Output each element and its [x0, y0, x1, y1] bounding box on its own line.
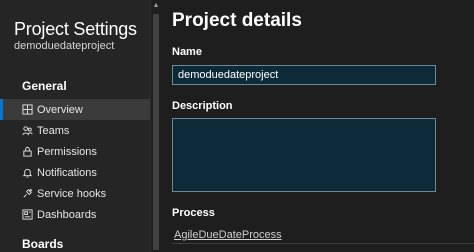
- description-label: Description: [172, 100, 233, 112]
- bell-icon: [22, 167, 33, 178]
- sidebar-item-label: Overview: [37, 103, 83, 116]
- sidebar-title: Project Settings: [14, 19, 137, 39]
- project-settings-window: Project Settings demoduedateproject Gene…: [0, 0, 474, 252]
- sidebar-item-service-hooks[interactable]: Service hooks: [0, 183, 150, 204]
- sidebar: Project Settings demoduedateproject Gene…: [0, 0, 150, 252]
- scroll-up-arrow-icon[interactable]: ▲: [152, 2, 160, 10]
- process-link[interactable]: AgileDueDateProcess: [174, 229, 282, 241]
- description-textarea[interactable]: [172, 118, 436, 192]
- overview-icon: [22, 104, 33, 115]
- main-content: Project details Name Description Process…: [160, 0, 474, 252]
- name-label: Name: [172, 46, 202, 58]
- section-heading-general: General: [22, 79, 67, 93]
- sidebar-scrollbar[interactable]: ▲: [150, 0, 160, 252]
- sidebar-item-label: Service hooks: [37, 187, 107, 200]
- dashboards-icon: [22, 209, 33, 220]
- project-name-input[interactable]: [172, 65, 436, 85]
- sidebar-item-label: Teams: [37, 124, 70, 137]
- section-heading-boards: Boards: [22, 237, 64, 251]
- sidebar-item-permissions[interactable]: Permissions: [0, 141, 150, 162]
- scroll-thumb[interactable]: [153, 14, 159, 250]
- project-name-subtitle: demoduedateproject: [14, 40, 115, 52]
- sidebar-item-dashboards[interactable]: Dashboards: [0, 204, 150, 225]
- lock-icon: [22, 146, 33, 157]
- teams-icon: [22, 125, 33, 136]
- sidebar-item-overview[interactable]: Overview: [0, 99, 150, 120]
- page-title: Project details: [172, 10, 302, 31]
- process-row: AgileDueDateProcess: [172, 226, 474, 244]
- service-hooks-icon: [22, 188, 33, 199]
- sidebar-item-label: Dashboards: [37, 208, 97, 221]
- sidebar-item-label: Permissions: [37, 145, 97, 158]
- process-label: Process: [172, 207, 215, 219]
- sidebar-item-label: Notifications: [37, 166, 97, 179]
- sidebar-item-teams[interactable]: Teams: [0, 120, 150, 141]
- sidebar-item-notifications[interactable]: Notifications: [0, 162, 150, 183]
